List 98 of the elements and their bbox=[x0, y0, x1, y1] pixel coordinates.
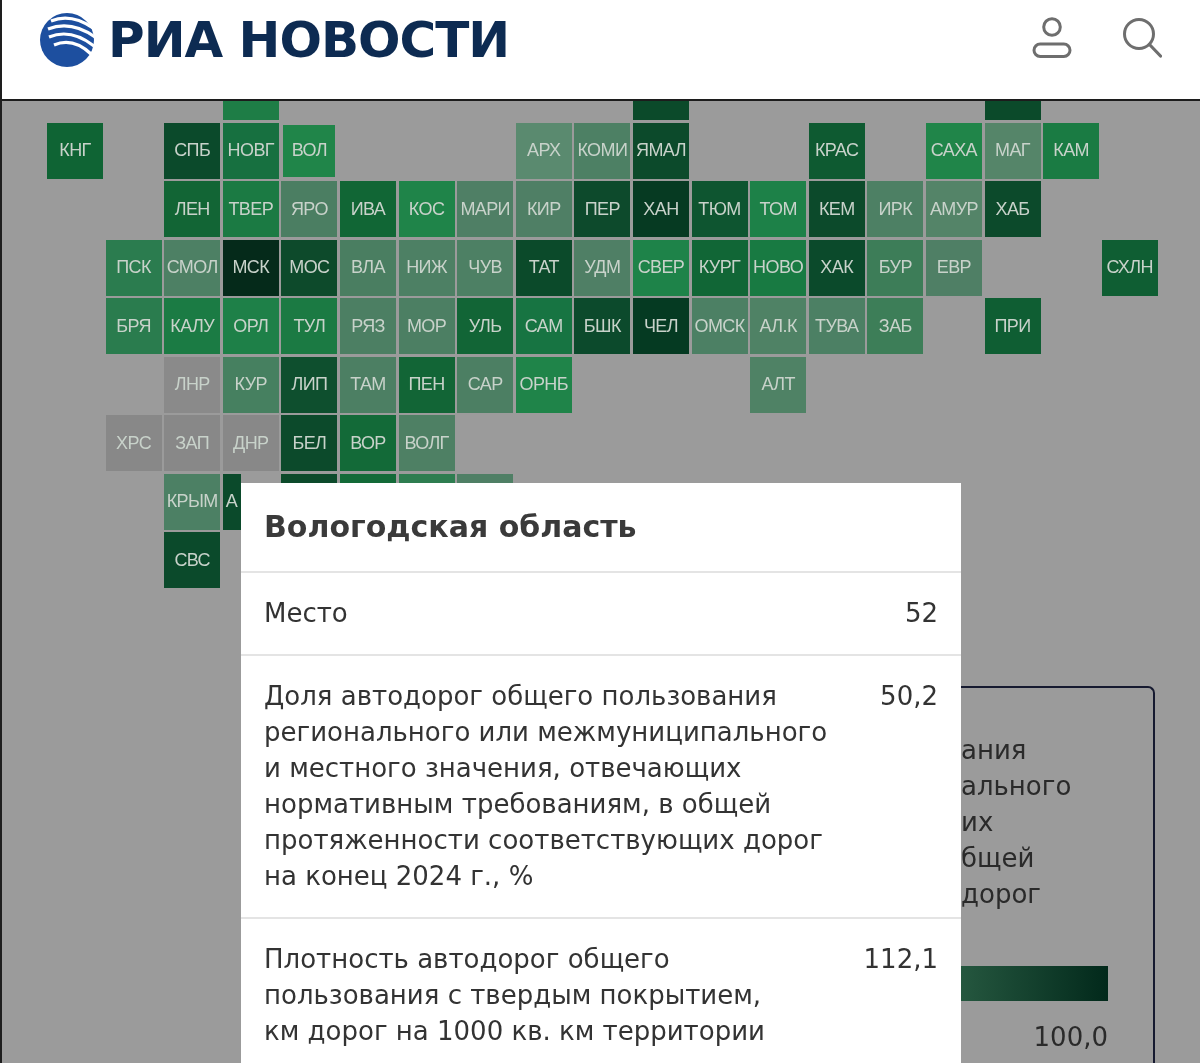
map-tile[interactable]: ХАН bbox=[632, 181, 689, 237]
map-tile[interactable]: КАМ bbox=[1043, 122, 1100, 179]
legend-text: ания bbox=[961, 734, 1028, 767]
indicator-label: Плотность автодорог общего пользования с твердым покрытием, км дорог на 1000 кв. км территории bbox=[264, 943, 765, 1048]
map-tile[interactable]: САМ bbox=[515, 298, 572, 354]
map-tile[interactable]: КРАС bbox=[808, 122, 865, 179]
map-tile[interactable]: РЯЗ bbox=[339, 298, 396, 354]
map-tile[interactable]: МОР bbox=[398, 298, 455, 354]
map-tile[interactable]: БРЯ bbox=[105, 298, 162, 354]
map-tile[interactable]: КРЫМ bbox=[164, 473, 221, 530]
map-tile[interactable]: ЛИП bbox=[281, 356, 338, 413]
logo-text[interactable]: РИА НОВОСТИ bbox=[108, 12, 510, 68]
user-icon[interactable] bbox=[1032, 17, 1072, 58]
map-tile[interactable]: САР bbox=[457, 356, 514, 413]
map-tile[interactable]: МАРИ bbox=[457, 181, 514, 237]
map-tile[interactable]: АЛТ bbox=[750, 356, 807, 413]
map-tile[interactable]: ВЛА bbox=[339, 239, 396, 296]
map-tile[interactable]: ЗАБ bbox=[867, 298, 924, 354]
map-tile[interactable]: САХА bbox=[925, 122, 982, 179]
map-tile[interactable] bbox=[222, 101, 279, 120]
popup-title: Вологодская область bbox=[263, 508, 638, 546]
map-tile[interactable]: ХРС bbox=[105, 415, 162, 471]
map-tile[interactable]: УДМ bbox=[574, 239, 631, 296]
legend-text: дорог bbox=[961, 878, 1042, 911]
map-tile[interactable]: ХАБ bbox=[984, 181, 1041, 237]
map-tile[interactable]: ВОЛГ bbox=[398, 415, 455, 471]
map-tile[interactable] bbox=[398, 473, 455, 484]
map-tile[interactable]: СПБ bbox=[164, 122, 221, 179]
map-tile[interactable]: МАГ bbox=[984, 122, 1041, 179]
map-tile[interactable]: КАЛУ bbox=[164, 298, 221, 354]
map-tile[interactable]: ТЮМ bbox=[691, 181, 748, 237]
map-tile[interactable]: ТУЛ bbox=[281, 298, 338, 354]
map-tile[interactable]: СВС bbox=[164, 532, 221, 588]
map-tile[interactable]: БЕЛ bbox=[281, 415, 338, 471]
map-tile[interactable]: СМОЛ bbox=[164, 239, 221, 296]
map-tile[interactable]: ВОР bbox=[339, 415, 396, 471]
map-tile[interactable]: КОС bbox=[398, 181, 455, 237]
map-tile[interactable]: ОМСК bbox=[691, 298, 748, 354]
map-tile[interactable] bbox=[339, 473, 396, 484]
legend-text: бщей bbox=[961, 842, 1036, 875]
map-tile[interactable]: ЧУВ bbox=[457, 239, 514, 296]
legend-text: ального bbox=[961, 770, 1073, 803]
map-tile[interactable]: ТАМ bbox=[339, 356, 396, 413]
map-tile[interactable]: ИРК bbox=[867, 181, 924, 237]
map-tile[interactable]: КУРГ bbox=[691, 239, 748, 296]
map-tile[interactable]: ПЕР bbox=[574, 181, 631, 237]
map-tile[interactable]: АРХ bbox=[515, 122, 572, 179]
map-tile[interactable] bbox=[281, 473, 338, 484]
map-tile[interactable]: БШК bbox=[574, 298, 631, 354]
map-tile[interactable]: ОРНБ bbox=[515, 356, 572, 413]
map-tile[interactable]: КОМИ bbox=[574, 122, 631, 179]
search-icon[interactable] bbox=[1122, 17, 1162, 58]
map-tile[interactable]: ПСК bbox=[105, 239, 162, 296]
map-tile[interactable]: ПЕН bbox=[398, 356, 455, 413]
map-tile[interactable]: ПРИ bbox=[984, 298, 1041, 354]
map-tile[interactable]: ИВА bbox=[339, 181, 396, 237]
indicator-value: 112,1 bbox=[863, 943, 938, 976]
indicator-value: 52 bbox=[904, 597, 938, 630]
map-tile[interactable]: НИЖ bbox=[398, 239, 455, 296]
globe-logo-icon[interactable] bbox=[38, 12, 96, 68]
map-tile[interactable]: ЛНР bbox=[164, 356, 221, 413]
map-tile[interactable]: ЯРО bbox=[281, 181, 338, 237]
map-tile[interactable]: КИР bbox=[515, 181, 572, 237]
indicator-value: 50,2 bbox=[880, 680, 938, 713]
map-tile[interactable]: ЕВР bbox=[925, 239, 982, 296]
map-tile[interactable]: ОРЛ bbox=[222, 298, 279, 354]
indicator-label: Доля автодорог общего пользования регионального или межмуниципального и местного значения, отвечающих нормативным требованиям, в общей протяженности соответствующих дорог на конец 2024 г., % bbox=[264, 680, 828, 893]
indicator-label: Место bbox=[264, 597, 348, 630]
legend-max-label: 100,0 bbox=[1032, 1021, 1108, 1054]
map-tile[interactable]: ДНР bbox=[222, 415, 279, 471]
map-tile[interactable]: КУР bbox=[222, 356, 279, 413]
map-tile[interactable]: КЕМ bbox=[808, 181, 865, 237]
map-tile[interactable]: ТОМ bbox=[750, 181, 807, 237]
map-tile[interactable]: ЗАП bbox=[164, 415, 221, 471]
legend-text: их bbox=[961, 806, 995, 839]
map-tile[interactable]: ХАК bbox=[808, 239, 865, 296]
map-tile[interactable]: АЛ.К bbox=[750, 298, 807, 354]
map-tile[interactable]: КНГ bbox=[47, 122, 103, 179]
map-tile[interactable]: ТВЕР bbox=[222, 181, 279, 237]
map-tile[interactable]: МСК bbox=[222, 239, 279, 296]
map-tile[interactable] bbox=[632, 101, 689, 120]
map-tile[interactable]: ЛЕН bbox=[164, 181, 221, 237]
map-tile[interactable]: ЧЕЛ bbox=[632, 298, 689, 354]
map-tile[interactable]: ТАТ bbox=[515, 239, 572, 296]
map-tile[interactable]: МОС bbox=[281, 239, 338, 296]
map-tile[interactable]: БУР bbox=[867, 239, 924, 296]
map-tile[interactable]: НОВО bbox=[750, 239, 807, 296]
map-tile[interactable]: УЛЬ bbox=[457, 298, 514, 354]
map-tile[interactable]: А bbox=[222, 473, 241, 530]
map-tile[interactable] bbox=[457, 473, 514, 484]
map-tile[interactable]: ТУВА bbox=[808, 298, 865, 354]
map-tile[interactable] bbox=[984, 101, 1041, 120]
map-tile[interactable]: СВЕР bbox=[632, 239, 689, 296]
map-tile[interactable]: АМУР bbox=[925, 181, 982, 237]
map-tile[interactable]: ВОЛ bbox=[283, 124, 336, 177]
map-tile[interactable]: ЯМАЛ bbox=[632, 122, 689, 179]
map-tile[interactable]: СХЛН bbox=[1101, 239, 1158, 296]
map-tile[interactable]: НОВГ bbox=[222, 122, 279, 179]
